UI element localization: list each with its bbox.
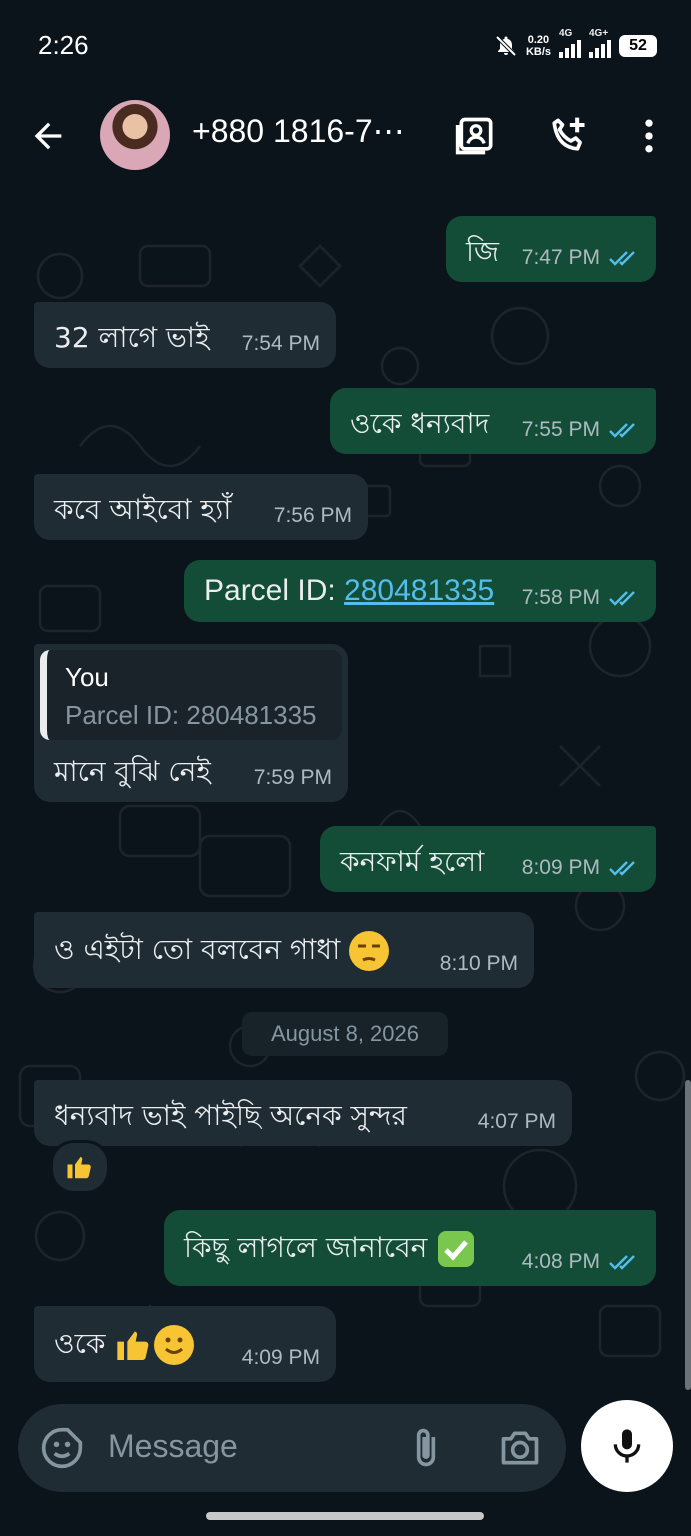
- message-outgoing[interactable]: Parcel ID: 280481335 7:58 PM: [184, 560, 656, 622]
- message-outgoing[interactable]: জি 7:47 PM: [446, 216, 656, 282]
- back-arrow-icon[interactable]: [28, 116, 68, 156]
- sim2-label: 4G+: [589, 28, 609, 39]
- read-ticks-icon: [609, 1255, 635, 1270]
- message-text: কনফার্ম হলো: [340, 845, 485, 878]
- scrollbar[interactable]: [685, 1080, 691, 1390]
- message-time: 4:09 PM: [241, 1346, 320, 1369]
- message-composer[interactable]: Message: [18, 1404, 566, 1492]
- message-meta: 8:09 PM: [522, 856, 640, 880]
- message-incoming[interactable]: 32 লাগে ভাই 7:54 PM: [34, 302, 336, 368]
- message-outgoing[interactable]: কনফার্ম হলো 8:09 PM: [320, 826, 656, 892]
- attach-icon[interactable]: [404, 1426, 448, 1470]
- chat-area[interactable]: জি 7:47 PM 32 লাগে ভাই 7:54 PM ওকে ধন্যব…: [0, 186, 691, 1400]
- message-time: 7:54 PM: [241, 332, 320, 355]
- sim1-label: 4G: [559, 28, 573, 39]
- message-time: 7:58 PM: [521, 586, 600, 609]
- quoted-author: You: [65, 662, 109, 692]
- add-call-icon[interactable]: [546, 114, 590, 158]
- message-meta: 7:55 PM: [522, 418, 640, 442]
- thumbs-up-icon: [67, 1157, 91, 1179]
- message-meta: 7:58 PM: [522, 586, 640, 610]
- smiling-face-emoji: [154, 1325, 195, 1365]
- message-text: ও এইটা তো বলবেন গাধা: [54, 928, 390, 975]
- message-outgoing[interactable]: কিছু লাগলে জানাবেন 4:08 PM: [164, 1210, 656, 1286]
- battery-icon: 52: [619, 35, 657, 57]
- contact-name[interactable]: +880 1816-7⋯: [192, 112, 405, 150]
- message-meta: 4:09 PM: [242, 1346, 320, 1370]
- date-separator: August 8, 2026: [242, 1012, 448, 1056]
- read-ticks-icon: [609, 591, 635, 606]
- message-meta: 7:54 PM: [242, 332, 320, 356]
- sticker-icon[interactable]: [40, 1426, 84, 1470]
- message-input[interactable]: Message: [108, 1428, 238, 1465]
- status-time: 2:26: [38, 30, 89, 60]
- net-speed-unit: KB/s: [525, 46, 551, 58]
- net-speed-value: 0.20: [527, 34, 550, 46]
- message-text: জি: [466, 235, 500, 268]
- message-time: 4:07 PM: [477, 1110, 556, 1133]
- message-text-body: ও এইটা তো বলবেন গাধা: [54, 933, 341, 966]
- signal-sim2-icon: 4G+: [589, 28, 611, 58]
- message-text: ওকে ধন্যবাদ: [350, 407, 490, 440]
- mic-button[interactable]: [581, 1400, 673, 1492]
- message-incoming[interactable]: ধন্যবাদ ভাই পাইছি অনেক সুন্দর 4:07 PM: [34, 1080, 572, 1146]
- chat-header: +880 1816-7⋯: [0, 92, 691, 186]
- message-incoming[interactable]: ওকে 4:09 PM: [34, 1306, 336, 1382]
- message-meta: 4:08 PM: [522, 1250, 640, 1274]
- parcel-id-link[interactable]: 280481335: [344, 574, 494, 607]
- message-incoming[interactable]: ও এইটা তো বলবেন গাধা 8:10 PM: [34, 912, 534, 988]
- message-text-body: কিছু লাগলে জানাবেন: [184, 1231, 428, 1264]
- message-meta: 8:10 PM: [440, 952, 518, 976]
- gesture-bar[interactable]: [206, 1512, 484, 1520]
- net-speed: 0.20 KB/s: [526, 34, 551, 58]
- message-outgoing[interactable]: ওকে ধন্যবাদ 7:55 PM: [330, 388, 656, 454]
- thumbs-up-emoji: [117, 1331, 149, 1360]
- message-meta: 7:56 PM: [274, 504, 352, 528]
- message-incoming-reply[interactable]: You Parcel ID: 280481335 মানে বুঝি নেই 7…: [34, 644, 348, 802]
- more-vert-icon[interactable]: [627, 114, 671, 158]
- quoted-message[interactable]: You Parcel ID: 280481335: [40, 650, 342, 740]
- message-meta: 7:47 PM: [522, 246, 640, 270]
- contact-card-icon[interactable]: [454, 114, 498, 158]
- status-bar: 2:26 0.20 KB/s 4G 4G+ 52: [0, 0, 691, 92]
- signal-sim1-icon: 4G: [559, 28, 581, 58]
- message-text: 32 লাগে ভাই: [54, 321, 210, 354]
- message-text: ওকে: [54, 1322, 195, 1369]
- unamused-face-emoji: [349, 931, 390, 971]
- message-meta: 4:07 PM: [478, 1110, 556, 1134]
- message-time: 8:10 PM: [439, 952, 518, 975]
- message-text: কিছু লাগলে জানাবেন: [184, 1226, 476, 1273]
- message-text: মানে বুঝি নেই: [54, 755, 211, 788]
- reaction-badge[interactable]: [50, 1140, 110, 1194]
- mic-icon: [613, 1429, 641, 1463]
- message-time: 8:09 PM: [521, 856, 600, 879]
- read-ticks-icon: [609, 861, 635, 876]
- read-ticks-icon: [609, 251, 635, 266]
- quoted-text: Parcel ID: 280481335: [65, 700, 317, 730]
- check-mark-button-emoji: [438, 1231, 475, 1267]
- message-text: Parcel ID: 280481335: [204, 574, 494, 608]
- message-text: কবে আইবো হ্যাঁ: [54, 493, 232, 526]
- parcel-label: Parcel ID:: [204, 574, 345, 607]
- status-icons: 0.20 KB/s 4G 4G+ 52: [494, 28, 657, 62]
- notifications-off-icon: [495, 35, 517, 57]
- message-text: ধন্যবাদ ভাই পাইছি অনেক সুন্দর: [54, 1099, 407, 1132]
- message-incoming[interactable]: কবে আইবো হ্যাঁ 7:56 PM: [34, 474, 368, 540]
- read-ticks-icon: [609, 423, 635, 438]
- message-time: 7:59 PM: [253, 766, 332, 789]
- avatar[interactable]: [100, 100, 170, 170]
- message-time: 7:47 PM: [521, 246, 600, 269]
- camera-icon[interactable]: [498, 1426, 542, 1470]
- message-time: 4:08 PM: [521, 1250, 600, 1273]
- message-meta: 7:59 PM: [254, 766, 332, 790]
- message-time: 7:55 PM: [521, 418, 600, 441]
- message-time: 7:56 PM: [273, 504, 352, 527]
- message-text-body: ওকে: [54, 1327, 106, 1360]
